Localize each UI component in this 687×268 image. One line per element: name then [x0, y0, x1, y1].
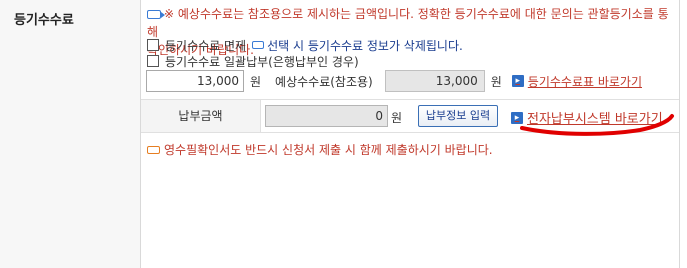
note-arrow-icon: [252, 41, 265, 49]
red-annotation-scribble: [520, 114, 674, 136]
footer-arrow-icon: [147, 145, 160, 154]
enter-payment-button[interactable]: 납부정보 입력: [418, 105, 498, 127]
payment-amount-input: 0: [265, 105, 388, 127]
fee-table-link[interactable]: ▸ 등기수수료표 바로가기: [511, 73, 642, 90]
bulk-checkbox[interactable]: [147, 55, 159, 67]
label-column: 등기수수료: [0, 0, 141, 268]
notice-arrow-icon: [147, 10, 165, 19]
footer-note-text: 영수필확인서도 반드시 신청서 제출 시 함께 제출하시기 바랍니다.: [164, 143, 493, 157]
fee-amount-input[interactable]: 13,000: [146, 70, 244, 92]
estimated-fee-label: 예상수수료(참조용): [275, 74, 373, 89]
section-label: 등기수수료: [14, 13, 74, 28]
exempt-label: 등기수수료 면제: [165, 38, 247, 53]
notice-line1: ※ 예상수수료는 참조용으로 제시하는 금액입니다. 정확한 등기수수료에 대한…: [147, 7, 669, 39]
footer-note: 영수필확인서도 반드시 신청서 제출 시 함께 제출하시기 바랍니다.: [147, 141, 493, 158]
payment-label: 납부금액: [141, 100, 261, 132]
bulk-label: 등기수수료 일괄납부(은행납부인 경우): [165, 54, 359, 69]
payment-unit: 원: [391, 111, 403, 125]
right-border: [679, 0, 680, 268]
estimated-fee-input: 13,000: [384, 70, 485, 92]
exempt-checkbox[interactable]: [147, 39, 159, 51]
bulk-option: 등기수수료 일괄납부(은행납부인 경우): [147, 53, 359, 69]
exempt-note-text: 선택 시 등기수수료 정보가 삭제됩니다.: [267, 38, 463, 53]
exempt-option: 등기수수료 면제 선택 시 등기수수료 정보가 삭제됩니다.: [147, 37, 463, 53]
exempt-note: 선택 시 등기수수료 정보가 삭제됩니다.: [252, 37, 463, 54]
estimated-fee-unit: 원: [490, 74, 502, 89]
fee-amount-unit: 원: [250, 74, 262, 89]
arrow-right-icon: ▸: [511, 75, 524, 87]
fee-amount-row: 13,000 원 예상수수료(참조용) 13,000 원 ▸ 등기수수료표 바로…: [146, 70, 642, 92]
fee-table-link-text: 등기수수료표 바로가기: [527, 74, 642, 89]
